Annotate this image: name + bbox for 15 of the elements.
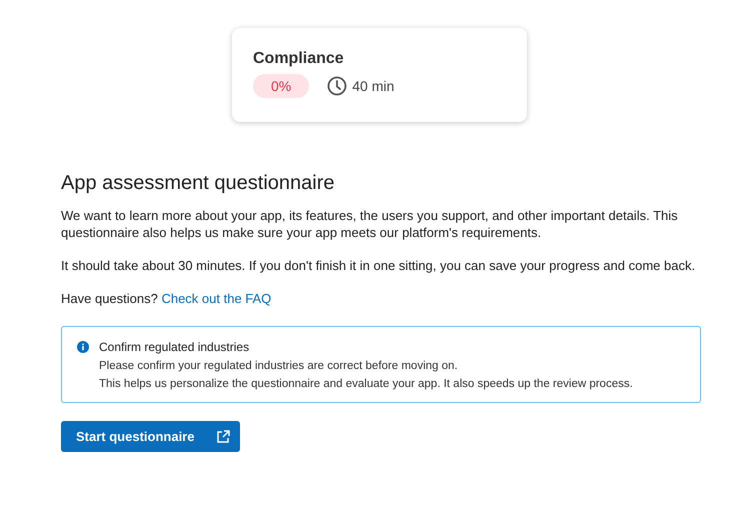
clock-icon	[327, 76, 348, 96]
page-heading: App assessment questionnaire	[61, 172, 336, 195]
duration-text: 40 min	[352, 78, 394, 94]
card-title: Compliance	[253, 50, 345, 68]
start-button[interactable]: Start questionnaire	[61, 421, 240, 452]
external-link-icon	[216, 430, 230, 444]
notice-text: Please confirm your regulated industries are correct before moving on.	[99, 360, 459, 372]
notice-title: Confirm regulated industries	[99, 340, 250, 354]
score-badge: 0%	[253, 74, 310, 98]
info-icon	[77, 341, 89, 353]
paragraph: We want to learn more about your app, its features, the users you support, and other important details. This questionnaire also helps us make sure your app meets our platform's requirements.	[61, 207, 679, 241]
notice-text: This helps us personalize the questionnaire and evaluate your app. It also speeds up the review process.	[99, 378, 634, 390]
faq-link[interactable]: Check out the FAQ	[161, 291, 272, 306]
faq-sentence: Have questions? Check out the FAQ	[61, 290, 272, 307]
paragraph: It should take about 30 minutes. If you don't finish it in one sitting, you can save your progress and come back.	[61, 257, 696, 274]
